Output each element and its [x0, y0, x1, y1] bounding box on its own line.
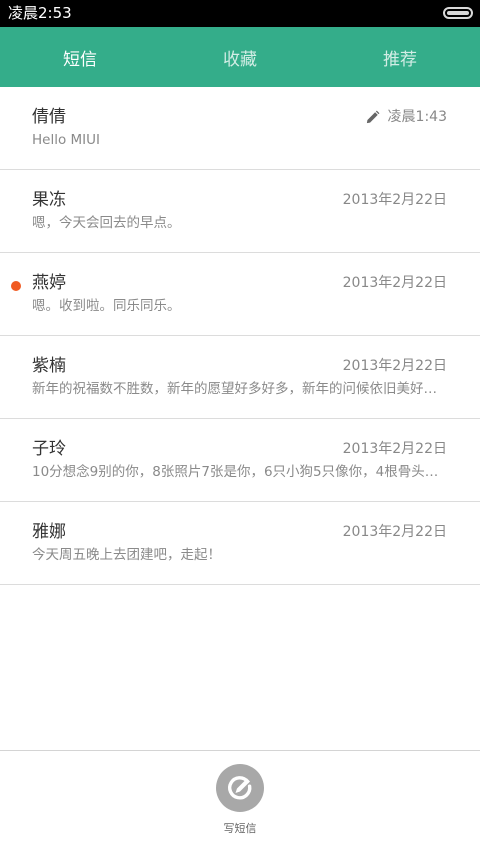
message-date: 2013年2月22日	[342, 524, 447, 540]
conversation-row[interactable]: 紫楠 新年的祝福数不胜数，新年的愿望好多好多，新年的问候依旧美好… 2013年2…	[0, 336, 480, 419]
tab-recommended[interactable]: 推荐	[320, 27, 480, 87]
contact-name: 果冻	[32, 190, 66, 210]
message-preview: Hello MIUI	[32, 132, 101, 148]
message-preview: 嗯。收到啦。同乐同乐。	[32, 298, 181, 314]
contact-name: 紫楠	[32, 356, 66, 376]
battery-icon	[443, 7, 473, 19]
compose-label: 写短信	[223, 822, 257, 835]
draft-indicator: 凌晨1:43	[365, 108, 447, 127]
message-date: 凌晨1:43	[387, 109, 447, 125]
tab-messages[interactable]: 短信	[0, 27, 160, 87]
conversation-list: 倩倩 Hello MIUI 凌晨1:43 果冻 嗯，今天会回去的早点。 2013…	[0, 87, 480, 585]
status-time: 凌晨2:53	[8, 4, 72, 22]
message-date: 2013年2月22日	[342, 192, 447, 208]
contact-name: 倩倩	[32, 107, 66, 127]
conversation-row[interactable]: 果冻 嗯，今天会回去的早点。 2013年2月22日	[0, 170, 480, 253]
tab-favorites[interactable]: 收藏	[160, 27, 320, 87]
tab-bar: 短信 收藏 推荐	[0, 27, 480, 87]
compose-button[interactable]	[216, 764, 264, 812]
status-bar: 凌晨2:53	[0, 0, 480, 27]
unread-dot-icon	[11, 281, 21, 291]
conversation-row[interactable]: 子玲 10分想念9别的你，8张照片7张是你，6只小狗5只像你，4根骨头… 201…	[0, 419, 480, 502]
compose-icon	[228, 776, 252, 800]
message-preview: 今天周五晚上去团建吧，走起！	[32, 547, 221, 563]
conversation-row[interactable]: 燕婷 嗯。收到啦。同乐同乐。 2013年2月22日	[0, 253, 480, 336]
conversation-row[interactable]: 倩倩 Hello MIUI 凌晨1:43	[0, 87, 480, 170]
message-preview: 嗯，今天会回去的早点。	[32, 215, 181, 231]
conversation-row[interactable]: 雅娜 今天周五晚上去团建吧，走起！ 2013年2月22日	[0, 502, 480, 585]
pencil-icon	[366, 110, 379, 124]
message-date: 2013年2月22日	[342, 441, 447, 457]
contact-name: 燕婷	[32, 273, 66, 293]
contact-name: 雅娜	[32, 522, 66, 542]
message-preview: 新年的祝福数不胜数，新年的愿望好多好多，新年的问候依旧美好…	[32, 381, 437, 397]
contact-name: 子玲	[32, 439, 66, 459]
bottom-bar: 写短信	[0, 750, 480, 853]
message-date: 2013年2月22日	[342, 358, 447, 374]
message-preview: 10分想念9别的你，8张照片7张是你，6只小狗5只像你，4根骨头…	[32, 464, 439, 480]
message-date: 2013年2月22日	[342, 275, 447, 291]
